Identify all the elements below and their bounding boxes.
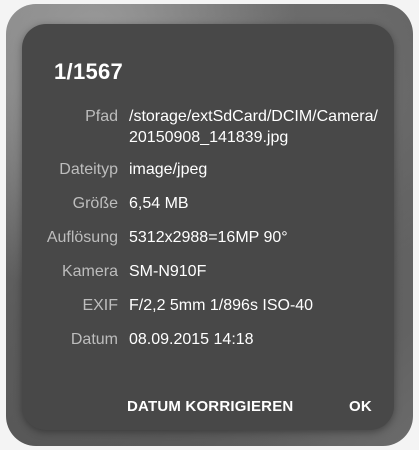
info-row-exif: EXIF F/2,2 5mm 1/896s ISO-40 (22, 295, 394, 316)
ok-button[interactable]: OK (349, 398, 372, 415)
info-row-path: Pfad /storage/extSdCard/DCIM/Camera/2015… (22, 106, 394, 148)
info-row-camera: Kamera SM-N910F (22, 261, 394, 282)
info-label-size: Größe (72, 195, 118, 212)
info-label-path: Pfad (85, 108, 118, 125)
info-value-camera: SM-N910F (129, 263, 207, 280)
dialog-title: 1/1567 (54, 59, 124, 84)
info-label-exif: EXIF (82, 297, 118, 314)
info-row-size: Größe 6,54 MB (22, 193, 394, 214)
info-label-camera: Kamera (61, 263, 118, 280)
fix-date-button[interactable]: DATUM KORRIGIEREN (127, 398, 293, 415)
info-value-date: 08.09.2015 14:18 (129, 331, 254, 348)
info-label-type: Dateityp (59, 161, 118, 178)
info-row-type: Dateityp image/jpeg (22, 159, 394, 180)
info-label-date: Datum (70, 331, 118, 348)
info-table: Pfad /storage/extSdCard/DCIM/Camera/2015… (22, 106, 394, 350)
info-value-resolution: 5312x2988=16MP 90° (129, 229, 288, 246)
info-row-resolution: Auflösung 5312x2988=16MP 90° (22, 227, 394, 248)
info-value-path: /storage/extSdCard/DCIM/Camera/20150908_… (129, 108, 378, 146)
screen: 1/1567 Pfad /storage/extSdCard/DCIM/Came… (0, 0, 419, 450)
info-label-resolution: Auflösung (46, 229, 118, 246)
info-row-date: Datum 08.09.2015 14:18 (22, 329, 394, 350)
info-value-size: 6,54 MB (129, 195, 189, 212)
image-details-dialog: 1/1567 Pfad /storage/extSdCard/DCIM/Came… (22, 24, 394, 430)
info-value-type: image/jpeg (129, 161, 208, 178)
dialog-actions: DATUM KORRIGIEREN OK (22, 398, 394, 420)
info-value-exif: F/2,2 5mm 1/896s ISO-40 (129, 297, 314, 314)
